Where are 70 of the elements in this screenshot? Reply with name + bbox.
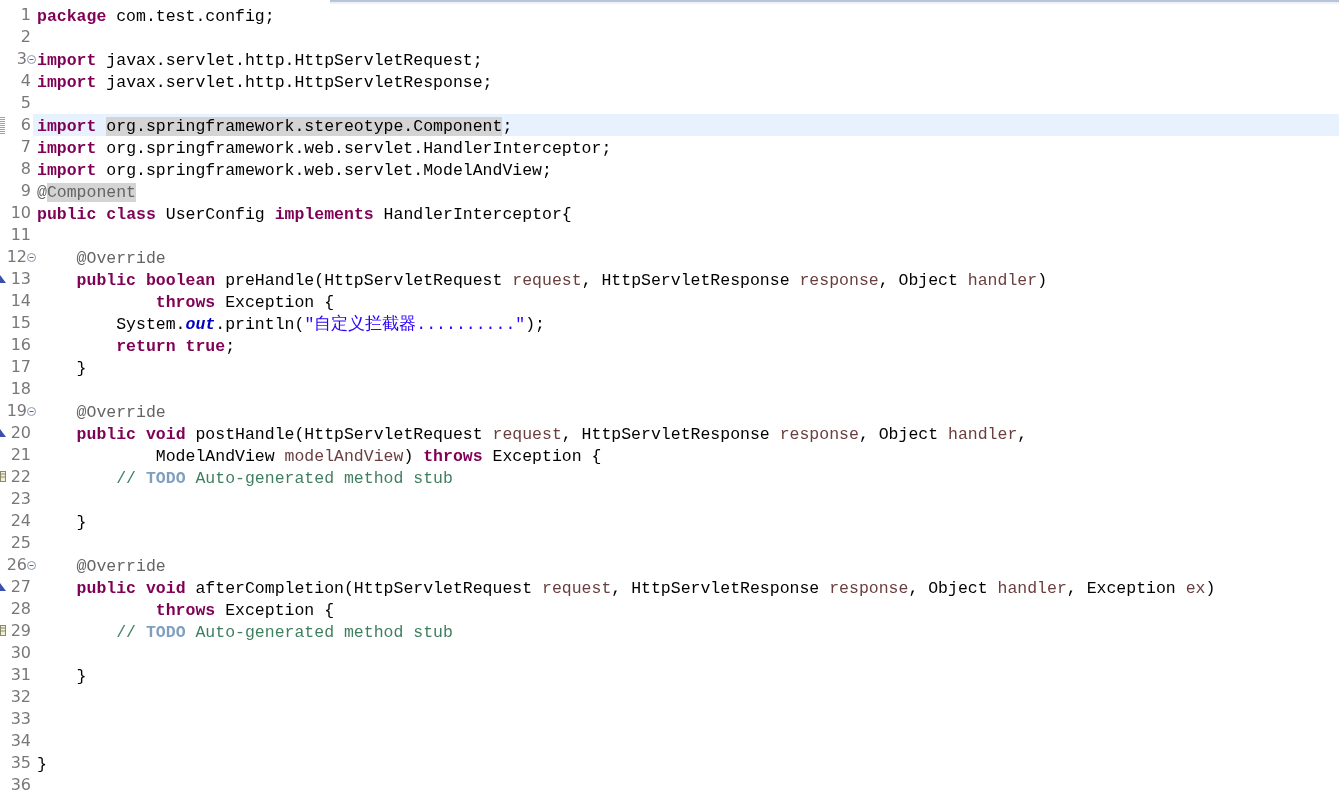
note-icon: [0, 625, 6, 636]
triangle-icon: [0, 275, 6, 283]
line-number: 2: [20, 26, 31, 48]
line-number: 31: [10, 664, 31, 686]
line-number: 22: [10, 466, 31, 488]
code-line: @Override: [75, 249, 166, 268]
change-marker: [0, 116, 5, 134]
code-line: import org.springframework.web.servlet.HandlerInterceptor;: [37, 139, 612, 158]
code-line: package com.test.config;: [37, 7, 275, 26]
collapse-icon[interactable]: [27, 561, 36, 570]
line-number: 26: [6, 554, 27, 576]
code-line: import javax.servlet.http.HttpServletResponse;: [37, 73, 493, 92]
line-number: 35: [10, 752, 31, 774]
line-number: 12: [6, 246, 27, 268]
code-line: ModelAndView modelAndView) throws Exception {: [154, 447, 602, 466]
code-line: }: [75, 359, 87, 378]
code-line: // TODO Auto-generated method stub: [115, 469, 453, 488]
code-line: public void afterCompletion(HttpServletRequest request, HttpServletResponse response, Object handler, Exception ex): [75, 579, 1216, 598]
collapse-icon[interactable]: [27, 55, 36, 64]
line-number: 4: [20, 70, 31, 92]
collapse-icon[interactable]: [27, 407, 36, 416]
code-line: @Override: [75, 557, 166, 576]
line-number: 23: [10, 488, 31, 510]
line-number: 6: [20, 114, 31, 136]
line-number: 7: [20, 136, 31, 158]
code-line: import javax.servlet.http.HttpServletRequest;: [37, 51, 483, 70]
line-number: 11: [10, 224, 31, 246]
code-line: throws Exception {: [154, 601, 335, 620]
line-number: 18: [10, 378, 31, 400]
line-number: 25: [10, 532, 31, 554]
line-number: 30: [10, 642, 31, 664]
triangle-icon: [0, 583, 6, 591]
line-number: 5: [20, 92, 31, 114]
code-line: public boolean preHandle(HttpServletRequest request, HttpServletResponse response, Object handler): [75, 271, 1048, 290]
code-line: }: [37, 755, 47, 774]
line-number: 3: [16, 48, 27, 70]
line-number: 20: [10, 422, 31, 444]
line-number: 9: [20, 180, 31, 202]
triangle-icon: [0, 429, 6, 437]
line-number: 17: [10, 356, 31, 378]
line-number: 36: [10, 774, 31, 796]
line-number: 8: [20, 158, 31, 180]
line-number: 10: [10, 202, 31, 224]
line-number: 34: [10, 730, 31, 752]
code-line: import org.springframework.web.servlet.ModelAndView;: [37, 161, 552, 180]
line-number: 24: [10, 510, 31, 532]
line-number: 1: [20, 4, 31, 26]
collapse-icon[interactable]: [27, 253, 36, 262]
code-line: // TODO Auto-generated method stub: [115, 623, 453, 642]
line-number: 27: [10, 576, 31, 598]
line-number: 14: [10, 290, 31, 312]
line-number: 19: [6, 400, 27, 422]
code-line: throws Exception {: [154, 293, 335, 312]
line-number: 16: [10, 334, 31, 356]
line-number: 13: [10, 268, 31, 290]
code-line: }: [75, 667, 87, 686]
code-line: public class UserConfig implements HandlerInterceptor{: [37, 205, 572, 224]
line-number: 32: [10, 686, 31, 708]
code-line: @Component: [37, 183, 137, 202]
line-number: 29: [10, 620, 31, 642]
line-number: 33: [10, 708, 31, 730]
code-line: public void postHandle(HttpServletRequest request, HttpServletResponse response, Object handler,: [75, 425, 1028, 444]
code-line: System.out.println("自定义拦截器..........");: [115, 315, 545, 334]
line-number: 15: [10, 312, 31, 334]
line-number: 21: [10, 444, 31, 466]
code-line: }: [75, 513, 87, 532]
note-icon: [0, 471, 6, 482]
code-line: return true;: [115, 337, 236, 356]
code-line: @Override: [75, 403, 166, 422]
line-number: 28: [10, 598, 31, 620]
